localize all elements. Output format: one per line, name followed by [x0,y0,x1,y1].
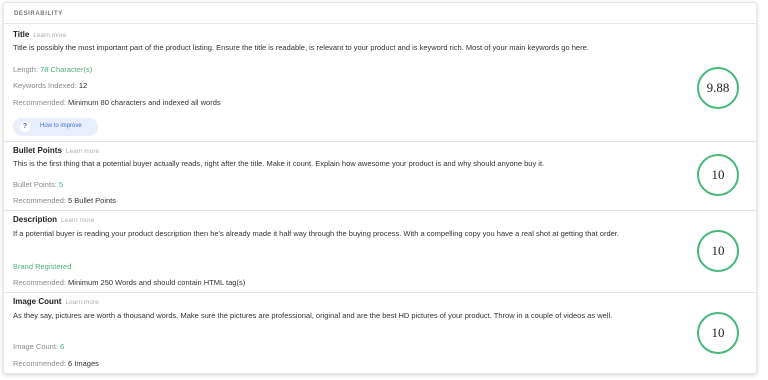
row-title: Title Learn more Title is possibly the mo… [4,24,756,142]
recommended-value: 6 Images [68,359,99,368]
learn-more-link[interactable]: Learn more [33,32,66,39]
length-metric: Length: 78 Character(s) [13,65,92,74]
image-metric: Image Count: 6 [13,342,64,351]
row-description: Description Learn more If a potential buy… [4,210,756,293]
desirability-card: DESIRABILITY Title Learn more Title is po… [3,2,757,374]
row-image-heading: Image Count Learn more [13,297,99,306]
how-to-improve-button[interactable]: ? How to improve [13,118,98,136]
row-bullet-points: Bullet Points Learn more This is the firs… [4,141,756,211]
row-image-label: Image Count [13,297,62,306]
row-image-description: As they say, pictures are worth a thousa… [13,311,613,320]
recommended-label: Recommended: [13,98,66,107]
keywords-value: 12 [78,81,88,90]
row-image-count: Image Count Learn more As they say, pictu… [4,292,756,373]
learn-more-link[interactable]: Learn more [61,217,94,224]
brand-status: Brand Registered [13,262,72,271]
score-circle: 10 [697,154,739,196]
row-bullet-heading: Bullet Points Learn more [13,146,99,155]
image-value: 6 [60,342,65,351]
length-value: 78 Character(s) [40,65,93,74]
score-circle: 10 [697,312,739,354]
recommended-value: Minimum 250 Words and should contain HTM… [68,278,246,287]
keywords-label: Keywords Indexed: [13,81,77,90]
learn-more-link[interactable]: Learn more [65,299,98,306]
recommended-value: Minimum 80 characters and indexed all wo… [68,98,221,107]
row-bullet-description: This is the first thing that a potential… [13,159,545,168]
bullet-value: 5 [58,180,64,189]
row-title-heading: Title Learn more [13,30,67,39]
recommended-line: Recommended: Minimum 80 characters and i… [13,98,221,107]
score-circle: 9.88 [697,67,739,109]
row-description-text: If a potential buyer is reading your pro… [13,229,619,238]
section-title: DESIRABILITY [14,11,63,17]
image-label: Image Count: [13,342,59,351]
recommended-line: Recommended: Minimum 250 Words and shoul… [13,278,245,287]
recommended-value: 5 Bullet Points [68,196,116,205]
row-bullet-label: Bullet Points [13,146,62,155]
row-title-label: Title [13,30,30,39]
row-description-heading: Description Learn more [13,215,94,224]
recommended-label: Recommended: [13,359,66,368]
row-description-label: Description [13,215,58,224]
row-title-description: Title is possibly the most important par… [13,43,589,52]
recommended-label: Recommended: [13,196,66,205]
recommended-line: Recommended: 5 Bullet Points [13,196,116,205]
question-icon: ? [20,122,30,132]
how-to-improve-label: How to improve [40,123,82,129]
score-circle: 10 [697,230,739,272]
bullet-metric: Bullet Points: 5 [13,180,63,189]
keywords-metric: Keywords Indexed: 12 [13,81,87,90]
recommended-label: Recommended: [13,278,66,287]
recommended-line: Recommended: 6 Images [13,359,99,368]
length-label: Length: [13,65,39,74]
section-header: DESIRABILITY [4,3,756,24]
learn-more-link[interactable]: Learn more [66,148,99,155]
bullet-label: Bullet Points: [13,180,57,189]
